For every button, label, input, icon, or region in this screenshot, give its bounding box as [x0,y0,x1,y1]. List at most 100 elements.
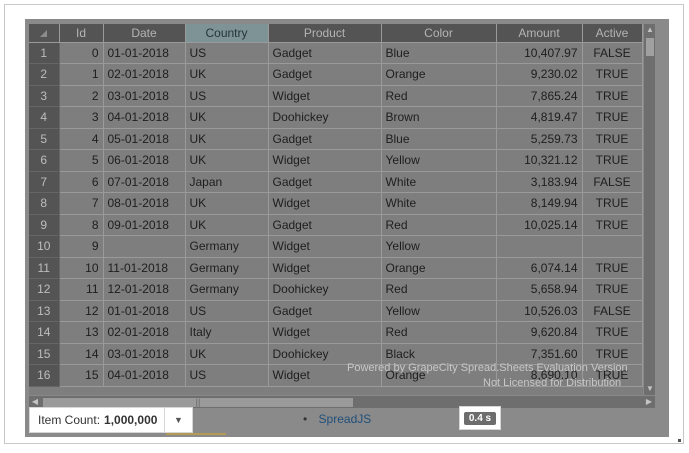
spreadjs-link[interactable]: SpreadJS [319,412,372,426]
cell-product[interactable]: Gadget [268,128,382,150]
cell-active[interactable]: TRUE [582,149,643,172]
cell-color[interactable]: Orange [381,257,497,279]
cell-country[interactable]: UK [185,106,269,129]
cell-amount[interactable] [496,235,583,258]
cell-color[interactable]: Red [381,278,497,301]
cell-active[interactable]: TRUE [582,214,643,236]
row-header[interactable]: 2 [29,63,60,86]
table-row[interactable]: 11 10 11-01-2018 Germany Widget Orange 6,074.1… [29,257,643,279]
cell-id[interactable]: 10 [59,257,104,279]
table-row[interactable]: 4 3 04-01-2018 UK Doohickey Brown 4,819.47 TRUE [29,106,643,129]
vertical-scroll-thumb[interactable] [646,38,654,56]
cell-country[interactable]: Italy [185,321,269,344]
cell-country[interactable]: UK [185,192,269,215]
column-header-date[interactable]: Date [103,24,186,43]
cell-product[interactable]: Gadget [268,63,382,86]
cell-date[interactable]: 03-01-2018 [103,343,186,365]
cell-id[interactable]: 5 [59,149,104,172]
row-header[interactable]: 1 [29,42,60,64]
cell-amount[interactable]: 10,526.03 [496,300,583,322]
data-grid[interactable]: Id Date Country Product Color Amount Act… [29,24,643,387]
cell-date[interactable]: 07-01-2018 [103,171,186,193]
cell-date[interactable]: 09-01-2018 [103,214,186,236]
cell-date[interactable]: 05-01-2018 [103,128,186,150]
cell-color[interactable]: White [381,171,497,193]
cell-country[interactable]: UK [185,149,269,172]
cell-amount[interactable]: 7,865.24 [496,85,583,107]
cell-id[interactable]: 3 [59,106,104,129]
table-row[interactable]: 5 4 05-01-2018 UK Gadget Blue 5,259.73 TRUE [29,128,643,150]
cell-id[interactable]: 2 [59,85,104,107]
cell-country[interactable]: US [185,85,269,107]
column-header-active[interactable]: Active [582,24,643,43]
row-header[interactable]: 10 [29,235,60,258]
table-row[interactable]: 7 6 07-01-2018 Japan Gadget White 3,183.94 FALS… [29,171,643,193]
cell-active[interactable]: TRUE [582,321,643,344]
cell-date[interactable]: 02-01-2018 [103,63,186,86]
cell-product[interactable]: Gadget [268,300,382,322]
cell-id[interactable]: 4 [59,128,104,150]
select-all-corner[interactable] [29,24,60,43]
cell-date[interactable]: 03-01-2018 [103,85,186,107]
cell-id[interactable]: 7 [59,192,104,215]
cell-color[interactable]: Blue [381,42,497,64]
cell-date[interactable]: 02-01-2018 [103,321,186,344]
cell-country[interactable]: Germany [185,278,269,301]
cell-country[interactable]: UK [185,343,269,365]
cell-date[interactable]: 04-01-2018 [103,106,186,129]
column-header-color[interactable]: Color [381,24,497,43]
scroll-up-arrow-icon[interactable]: ▲ [644,24,655,36]
cell-product[interactable]: Gadget [268,42,382,64]
cell-id[interactable]: 1 [59,63,104,86]
table-row[interactable]: 10 9 Germany Widget Yellow [29,235,643,258]
item-count-selector[interactable]: Item Count: 1,000,000 ▼ [29,407,226,435]
cell-id[interactable]: 11 [59,278,104,301]
cell-amount[interactable]: 5,658.94 [496,278,583,301]
cell-active[interactable]: TRUE [582,257,643,279]
row-header[interactable]: 14 [29,321,60,344]
cell-color[interactable]: Red [381,85,497,107]
cell-active[interactable]: TRUE [582,278,643,301]
cell-amount[interactable]: 6,074.14 [496,257,583,279]
cell-amount[interactable]: 4,819.47 [496,106,583,129]
cell-product[interactable]: Widget [268,321,382,344]
cell-amount[interactable]: 3,183.94 [496,171,583,193]
row-header[interactable]: 5 [29,128,60,150]
cell-id[interactable]: 14 [59,343,104,365]
cell-id[interactable]: 9 [59,235,104,258]
cell-amount[interactable]: 8,149.94 [496,192,583,215]
row-header[interactable]: 12 [29,278,60,301]
cell-country[interactable]: UK [185,128,269,150]
table-row[interactable]: 6 5 06-01-2018 UK Widget Yellow 10,321.12 TRUE [29,149,643,172]
cell-country[interactable]: UK [185,63,269,86]
scroll-right-arrow-icon[interactable]: ▶ [643,396,655,408]
spreadsheet[interactable]: Id Date Country Product Color Amount Act… [29,24,655,395]
cell-id[interactable]: 8 [59,214,104,236]
cell-color[interactable]: White [381,192,497,215]
cell-color[interactable]: Red [381,321,497,344]
cell-color[interactable]: Red [381,214,497,236]
row-header[interactable]: 3 [29,85,60,107]
cell-country[interactable]: Germany [185,257,269,279]
table-row[interactable]: 1 0 01-01-2018 US Gadget Blue 10,407.97 FALSE [29,42,643,64]
row-header[interactable]: 16 [29,364,60,387]
scroll-down-arrow-icon[interactable]: ▼ [644,383,655,395]
cell-date[interactable]: 08-01-2018 [103,192,186,215]
cell-date[interactable]: 01-01-2018 [103,42,186,64]
cell-active[interactable] [582,235,643,258]
cell-active[interactable]: FALSE [582,171,643,193]
row-header[interactable]: 7 [29,171,60,193]
cell-color[interactable]: Yellow [381,300,497,322]
cell-id[interactable]: 6 [59,171,104,193]
cell-id[interactable]: 15 [59,364,104,387]
cell-active[interactable]: TRUE [582,63,643,86]
row-header[interactable]: 13 [29,300,60,322]
cell-product[interactable]: Doohickey [268,106,382,129]
cell-date[interactable]: 11-01-2018 [103,257,186,279]
cell-date[interactable]: 06-01-2018 [103,149,186,172]
column-header-product[interactable]: Product [268,24,382,43]
cell-date[interactable]: 01-01-2018 [103,300,186,322]
table-row[interactable]: 12 11 12-01-2018 Germany Doohickey Red 5,658.9… [29,278,643,301]
cell-country[interactable]: US [185,300,269,322]
table-row[interactable]: 9 8 09-01-2018 UK Gadget Red 10,025.14 TRUE [29,214,643,236]
